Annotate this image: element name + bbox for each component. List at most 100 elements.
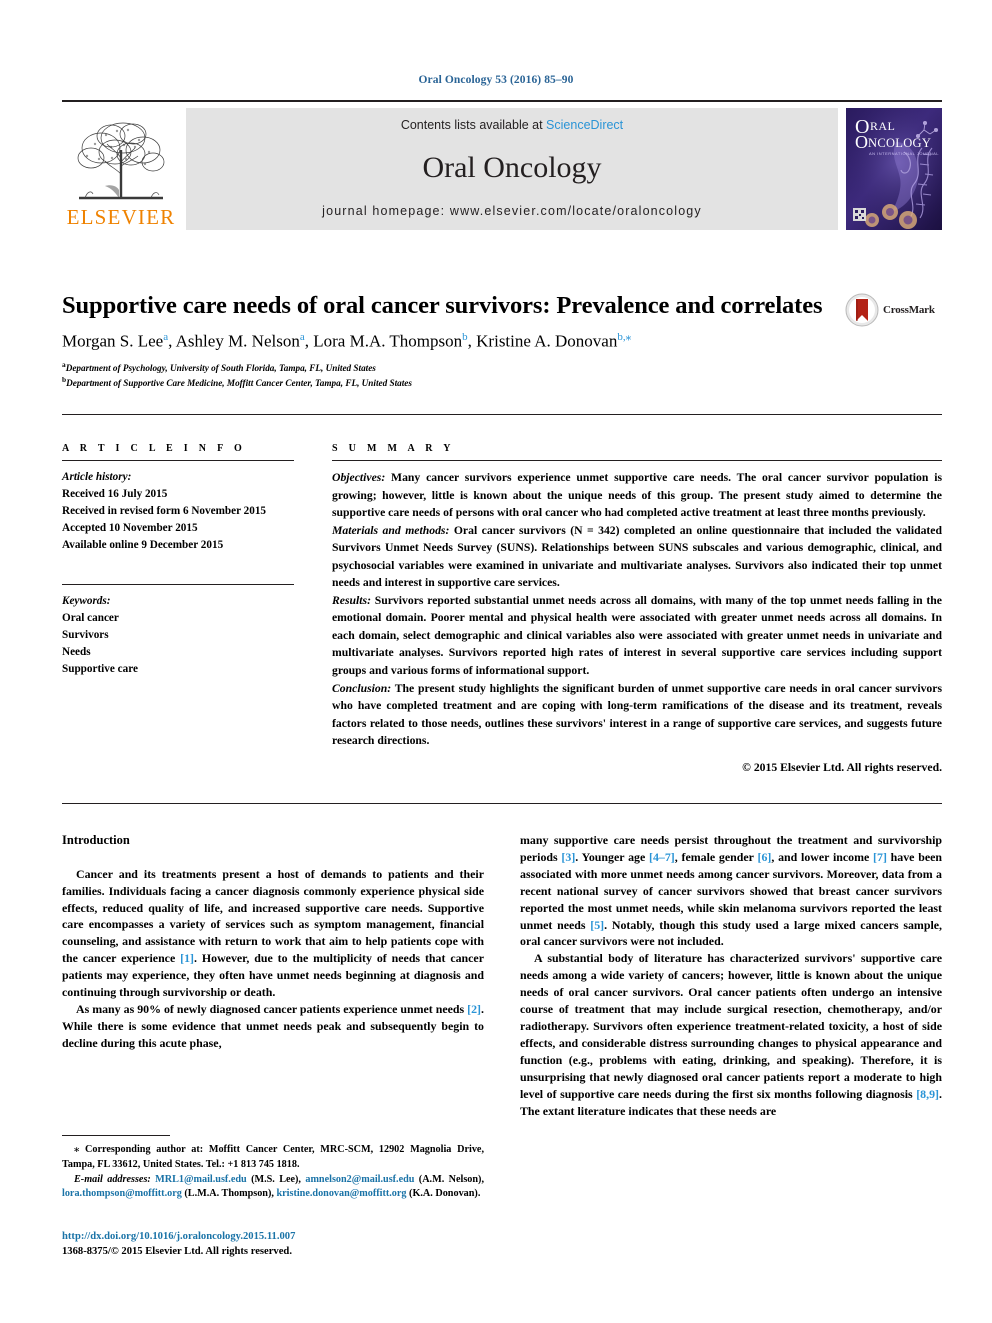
- history-item: Received in revised form 6 November 2015: [62, 505, 267, 518]
- abstract-results-label: Results:: [332, 593, 371, 607]
- email-link[interactable]: kristine.donovan@moffitt.org: [276, 1188, 406, 1199]
- author-name: Ashley M. Nelson: [175, 331, 300, 351]
- elsevier-wordmark: ELSEVIER: [66, 205, 176, 229]
- email-link[interactable]: lora.thompson@moffitt.org: [62, 1188, 182, 1199]
- keyword-item: Needs: [62, 646, 91, 659]
- intro-paragraph-4: A substantial body of literature has cha…: [520, 950, 942, 1119]
- citation-ref[interactable]: [4–7]: [649, 850, 675, 864]
- introduction-left-column: Introduction Cancer and its treatments p…: [62, 832, 484, 1052]
- contents-available-line: Contents lists available at ScienceDirec…: [401, 118, 623, 132]
- page-title: Supportive care needs of oral cancer sur…: [62, 292, 823, 319]
- abstract-objectives-label: Objectives:: [332, 471, 386, 484]
- introduction-heading: Introduction: [62, 833, 130, 847]
- abstract-conclusion-body: The present study highlights the signifi…: [332, 681, 942, 748]
- doi-link[interactable]: http://dx.doi.org/10.1016/j.oraloncology…: [62, 1229, 492, 1244]
- contents-band: Contents lists available at ScienceDirec…: [186, 108, 838, 230]
- abstract-copyright: © 2015 Elsevier Ltd. All rights reserved…: [742, 760, 942, 774]
- intro-paragraph-1: Cancer and its treatments present a host…: [62, 866, 484, 1001]
- intro-p3-part-b: . Younger age: [575, 849, 649, 864]
- crossmark-label: CrossMark: [883, 304, 935, 316]
- affiliation-item: bDepartment of Supportive Care Medicine,…: [62, 375, 622, 390]
- issn-copyright-line: 1368-8375/© 2015 Elsevier Ltd. All right…: [62, 1246, 292, 1258]
- doi-block: http://dx.doi.org/10.1016/j.oraloncology…: [62, 1229, 492, 1259]
- article-info-column: A R T I C L E I N F O Article history: R…: [62, 425, 294, 678]
- email-owner: (L.M.A. Thompson),: [181, 1188, 277, 1200]
- corresponding-author-text: Corresponding author at: Moffitt Cancer …: [62, 1144, 484, 1170]
- history-item: Accepted 10 November 2015: [62, 522, 198, 535]
- article-page: Oral Oncology 53 (2016) 85–90 ELSEVIER C…: [0, 0, 992, 1323]
- summary-column: S U M M A R Y Objectives: Many cancer su…: [332, 425, 942, 776]
- citation-ref[interactable]: [7]: [873, 850, 887, 864]
- abstract-objectives: Objectives: Many cancer survivors experi…: [332, 469, 942, 522]
- article-info-rule: [62, 460, 294, 461]
- elsevier-tree-icon: [77, 122, 165, 200]
- author-name: Lora M.A. Thompson: [313, 331, 463, 351]
- email-link[interactable]: amnelson2@mail.usf.edu: [305, 1174, 414, 1185]
- intro-p3-part-c: , female gender: [674, 849, 758, 864]
- svg-text:NCOLOGY: NCOLOGY: [868, 136, 931, 150]
- abstract-results-body: Survivors reported substantial unmet nee…: [332, 593, 942, 678]
- affiliation-item: aDepartment of Psychology, University of…: [62, 360, 622, 375]
- email-owner: (M.S. Lee),: [246, 1173, 306, 1185]
- intro-p3-part-d: , and lower income: [771, 849, 874, 864]
- affiliation-text: Department of Psychology, University of …: [65, 363, 376, 374]
- sciencedirect-link[interactable]: ScienceDirect: [546, 118, 623, 132]
- keyword-item: Oral cancer: [62, 612, 119, 625]
- svg-text:AN INTERNATIONAL JOURNAL: AN INTERNATIONAL JOURNAL: [869, 151, 939, 156]
- email-link[interactable]: MRL1@mail.usf.edu: [155, 1174, 247, 1185]
- article-info-heading: A R T I C L E I N F O: [62, 443, 247, 454]
- running-head: Oral Oncology 53 (2016) 85–90: [418, 74, 574, 86]
- journal-masthead: ELSEVIER Contents lists available at Sci…: [62, 100, 942, 230]
- author-affil-mark: b,⁎: [617, 331, 632, 343]
- masthead-top-rule: [62, 100, 942, 102]
- keyword-item: Supportive care: [62, 663, 138, 676]
- article-history-label: Article history:: [62, 471, 132, 483]
- author-list: Morgan S. Leea, Ashley M. Nelsona, Lora …: [62, 330, 862, 353]
- article-history: Article history: Received 16 July 2015 R…: [62, 469, 294, 554]
- journal-homepage-line[interactable]: journal homepage: www.elsevier.com/locat…: [322, 204, 702, 218]
- author-separator: ,: [304, 331, 314, 351]
- corresponding-author-note: ⁎ Corresponding author at: Moffitt Cance…: [62, 1143, 484, 1173]
- author-name: Kristine A. Donovan: [476, 331, 618, 351]
- contents-prefix: Contents lists available at: [400, 118, 547, 132]
- keywords-label: Keywords:: [62, 595, 111, 608]
- intro-paragraph-2: As many as 90% of newly diagnosed cancer…: [62, 1001, 484, 1052]
- summary-heading: S U M M A R Y: [332, 443, 455, 454]
- abstract-results: Results: Survivors reported substantial …: [332, 592, 942, 680]
- email-addresses-label: E-mail addresses:: [74, 1173, 151, 1185]
- keywords-list: Keywords: Oral cancer Survivors Needs Su…: [62, 593, 294, 678]
- author-separator: ,: [168, 331, 176, 351]
- citation-ref[interactable]: [8,9]: [916, 1087, 939, 1101]
- summary-rule: [332, 460, 942, 461]
- crossmark-badge[interactable]: CrossMark: [845, 290, 945, 330]
- intro-p2-part-a: As many as 90% of newly diagnosed cancer…: [76, 1002, 468, 1016]
- introduction-right-column: many supportive care needs persist throu…: [520, 832, 942, 1119]
- intro-p4-part-a: A substantial body of literature has cha…: [520, 951, 942, 1101]
- keywords-block: Keywords: Oral cancer Survivors Needs Su…: [62, 584, 294, 678]
- svg-text:O: O: [855, 132, 868, 152]
- citation-ref[interactable]: [2]: [467, 1002, 481, 1016]
- abstract-text: Objectives: Many cancer survivors experi…: [332, 469, 942, 776]
- citation-ref[interactable]: [5]: [590, 918, 604, 932]
- affiliation-text: Department of Supportive Care Medicine, …: [66, 378, 412, 389]
- crossmark-icon: [845, 293, 879, 327]
- footnotes-block: ⁎ Corresponding author at: Moffitt Cance…: [62, 1135, 484, 1202]
- citation-ref[interactable]: [3]: [561, 850, 575, 864]
- author-separator: ,: [467, 331, 477, 351]
- author-name: Morgan S. Lee: [62, 331, 164, 351]
- abstract-conclusion: Conclusion: The present study highlights…: [332, 680, 942, 750]
- abstract-conclusion-label: Conclusion:: [332, 681, 392, 695]
- journal-cover-image: O RAL O NCOLOGY AN INTERNATIONAL JOURNAL: [846, 108, 942, 230]
- svg-text:RAL: RAL: [870, 119, 895, 133]
- email-addresses-note: E-mail addresses: MRL1@mail.usf.edu (M.S…: [62, 1173, 484, 1203]
- journal-cover-thumbnail: O RAL O NCOLOGY AN INTERNATIONAL JOURNAL: [846, 108, 942, 230]
- intro-paragraph-3: many supportive care needs persist throu…: [520, 832, 942, 950]
- journal-title: Oral Oncology: [422, 151, 602, 184]
- keyword-item: Survivors: [62, 629, 109, 642]
- history-item: Available online 9 December 2015: [62, 539, 224, 552]
- elsevier-logo: ELSEVIER: [62, 108, 180, 230]
- history-item: Received 16 July 2015: [62, 488, 168, 501]
- citation-ref[interactable]: [6]: [757, 850, 771, 864]
- citation-ref[interactable]: [1]: [180, 951, 194, 965]
- affiliations: aDepartment of Psychology, University of…: [62, 360, 622, 391]
